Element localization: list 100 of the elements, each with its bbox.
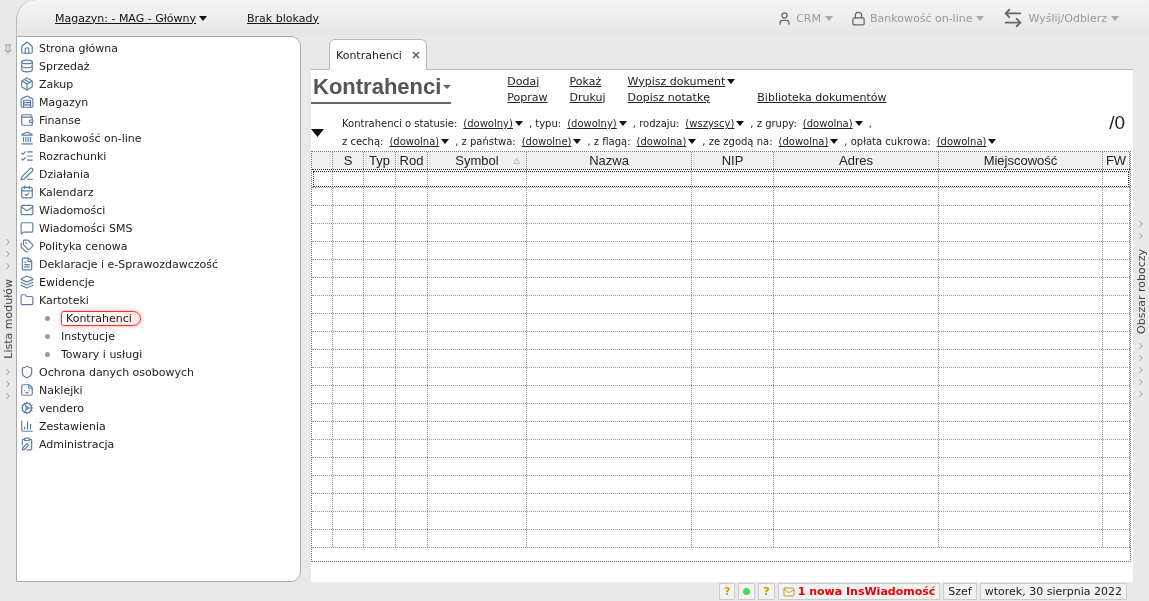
module-item[interactable]: vendero <box>17 399 300 417</box>
module-item[interactable]: Sprzedaż <box>17 57 300 75</box>
action-link[interactable]: Dodaj <box>507 74 548 88</box>
message-notice[interactable]: 1 nowa InsWiadomość <box>777 583 941 600</box>
module-item[interactable]: Ewidencje <box>17 273 300 291</box>
module-item[interactable]: Rozrachunki <box>17 147 300 165</box>
module-item[interactable]: Magazyn <box>17 93 300 111</box>
column-header[interactable]: Symbol <box>428 152 527 169</box>
chevron-icon[interactable] <box>3 366 13 377</box>
tags-icon <box>20 239 34 253</box>
envelope-icon <box>20 203 34 217</box>
database-icon <box>20 59 34 73</box>
filter-label: z cechą: <box>342 136 384 147</box>
chevron-icon[interactable] <box>1136 341 1146 352</box>
caret-icon <box>199 15 208 21</box>
module-item[interactable]: Działania <box>17 165 300 183</box>
module-item[interactable]: Finanse <box>17 111 300 129</box>
chevron-icon[interactable] <box>3 261 13 272</box>
caret-icon <box>1111 15 1119 21</box>
action-link[interactable]: Wypisz dokument <box>627 74 736 88</box>
module-item[interactable]: Kalendarz <box>17 183 300 201</box>
column-header[interactable]: Nazwa <box>527 152 692 169</box>
column-header[interactable]: FW <box>1103 152 1130 169</box>
module-item[interactable]: Naklejki <box>17 381 300 399</box>
document-tab[interactable]: Kontrahenci <box>329 39 427 70</box>
warehouse-dropdown[interactable]: Magazyn: - MAG - Główny <box>55 11 208 25</box>
filter-label: , ze zgodą na: <box>702 136 773 147</box>
caret-icon <box>976 15 985 21</box>
filter-label: Kontrahenci o statusie: <box>342 118 458 129</box>
column-header[interactable]: Miejscowość <box>939 152 1103 169</box>
module-item[interactable]: Ochrona danych osobowych <box>17 363 300 381</box>
action-link[interactable]: Popraw <box>507 90 548 104</box>
column-header[interactable]: Adres <box>774 152 939 169</box>
caret-icon <box>688 139 697 144</box>
module-item[interactable]: Zestawienia <box>17 417 300 435</box>
caret-icon <box>573 139 582 144</box>
module-item[interactable]: Wiadomości <box>17 201 300 219</box>
filter-dropdown[interactable]: (dowolna) <box>802 118 863 129</box>
collapse-icon[interactable] <box>311 128 324 137</box>
rail-label[interactable]: Obszar roboczy <box>1134 248 1148 334</box>
chevron-icon[interactable] <box>1136 230 1146 241</box>
sort-icon <box>513 157 520 164</box>
bullet-icon <box>45 333 50 339</box>
document-icon <box>20 257 34 271</box>
message-icon <box>20 221 34 235</box>
chevron-icon[interactable] <box>3 390 13 401</box>
chevron-icon[interactable] <box>3 249 13 260</box>
pin-icon[interactable] <box>3 44 13 54</box>
record-count: /0 <box>1109 112 1125 134</box>
module-subitem[interactable]: Towary i usługi <box>17 345 300 363</box>
caret-icon <box>514 121 523 126</box>
filter-dropdown[interactable]: (dowolna) <box>389 136 450 147</box>
chevron-icon[interactable] <box>1136 218 1146 229</box>
module-item[interactable]: Zakup <box>17 75 300 93</box>
filter-dropdown[interactable]: (wszyscy) <box>685 118 745 129</box>
filter-dropdown[interactable]: (dowolny) <box>463 118 523 129</box>
column-header[interactable]: Typ <box>364 152 396 169</box>
folder-icon <box>20 293 34 307</box>
chevron-icon[interactable] <box>1136 389 1146 400</box>
rail-label[interactable]: Lista modułów <box>1 279 15 359</box>
clipboard-icon <box>20 437 34 451</box>
caret-icon <box>830 139 839 144</box>
caret-icon <box>736 121 745 126</box>
column-header[interactable]: Rod <box>396 152 428 169</box>
chevron-icon[interactable] <box>3 237 13 248</box>
filter-dropdown[interactable]: (dowolne) <box>521 136 582 147</box>
filter-dropdown[interactable]: (dowolny) <box>567 118 627 129</box>
module-subitem[interactable]: Instytucje <box>17 327 300 345</box>
action-link[interactable]: Pokaż <box>569 74 606 88</box>
module-item[interactable]: Kartoteki <box>17 291 300 309</box>
column-header[interactable]: S <box>333 152 364 169</box>
filter-label: , opłata cukrowa: <box>844 136 931 147</box>
module-item[interactable]: Administracja <box>17 435 300 453</box>
filter-dropdown[interactable]: (dowolna) <box>636 136 697 147</box>
module-item[interactable]: Bankowość on-line <box>17 129 300 147</box>
action-link[interactable]: Drukuj <box>569 90 606 104</box>
module-item[interactable]: Deklaracje i e-Sprawozdawczość <box>17 255 300 273</box>
filter-label: , z flagą: <box>587 136 631 147</box>
caret-icon <box>618 121 627 126</box>
filter-dropdown[interactable]: (dowolna) <box>778 136 839 147</box>
page-title[interactable]: Kontrahenci <box>311 74 452 104</box>
chevron-icon[interactable] <box>1136 353 1146 364</box>
filter-dropdown[interactable]: (dowolna) <box>936 136 997 147</box>
module-subitem[interactable]: Kontrahenci <box>17 309 300 327</box>
person-icon <box>777 10 793 26</box>
chevron-icon[interactable] <box>1136 365 1146 376</box>
action-link[interactable]: Dopisz notatkę <box>627 90 736 104</box>
chevron-icon[interactable] <box>1136 377 1146 388</box>
module-item[interactable]: Strona główna <box>17 39 300 57</box>
module-item[interactable]: Wiadomości SMS <box>17 219 300 237</box>
column-header[interactable]: NIP <box>692 152 774 169</box>
bank-icon <box>20 131 34 145</box>
caret-icon <box>727 78 736 84</box>
caret-icon <box>988 139 997 144</box>
module-item[interactable]: Polityka cenowa <box>17 237 300 255</box>
lock-icon <box>850 10 866 26</box>
action-link[interactable]: Biblioteka dokumentów <box>757 90 887 104</box>
chevron-icon[interactable] <box>3 378 13 389</box>
lock-link[interactable]: Brak blokady <box>247 11 319 25</box>
box-icon <box>20 77 34 91</box>
